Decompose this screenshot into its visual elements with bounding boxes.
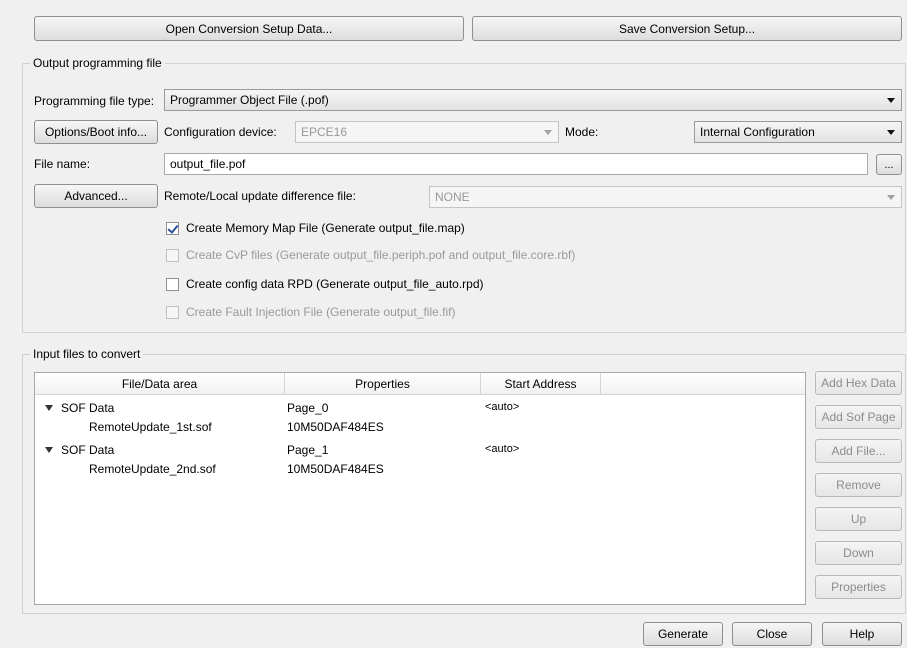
advanced-button[interactable]: Advanced... — [34, 184, 158, 208]
down-button[interactable]: Down — [815, 541, 902, 565]
close-button[interactable]: Close — [732, 622, 812, 646]
file-name-value: output_file.pof — [170, 157, 246, 171]
create-memory-map-checkbox[interactable]: Create Memory Map File (Generate output_… — [166, 221, 465, 235]
chevron-down-icon — [887, 130, 895, 135]
add-hex-data-button[interactable]: Add Hex Data — [815, 371, 902, 395]
input-group-title: Input files to convert — [30, 347, 144, 361]
checkbox-unchecked-icon — [166, 248, 179, 262]
mode-value: Internal Configuration — [700, 125, 815, 139]
chevron-down-icon — [887, 98, 895, 103]
create-cvp-files-label: Create CvP files (Generate output_file.p… — [186, 248, 576, 262]
programming-file-type-select[interactable]: Programmer Object File (.pof) — [164, 89, 902, 111]
chevron-down-icon — [544, 130, 552, 135]
mode-select[interactable]: Internal Configuration — [694, 121, 902, 143]
row-start-address: <auto> — [485, 443, 520, 455]
expand-triangle-icon[interactable] — [45, 405, 53, 411]
column-header-empty — [601, 373, 805, 395]
add-sof-page-button[interactable]: Add Sof Page — [815, 405, 902, 429]
programming-file-type-value: Programmer Object File (.pof) — [170, 93, 329, 107]
column-header-start-address[interactable]: Start Address — [481, 373, 601, 395]
expand-triangle-icon[interactable] — [45, 447, 53, 453]
row-name: RemoteUpdate_2nd.sof — [89, 462, 216, 476]
output-group-title: Output programming file — [30, 56, 165, 70]
create-memory-map-label: Create Memory Map File (Generate output_… — [186, 221, 465, 235]
remote-local-update-select[interactable]: NONE — [429, 186, 902, 208]
file-name-label: File name: — [34, 157, 91, 171]
generate-button[interactable]: Generate — [643, 622, 723, 646]
column-header-properties[interactable]: Properties — [285, 373, 481, 395]
create-config-rpd-label: Create config data RPD (Generate output_… — [186, 277, 484, 291]
row-name: SOF Data — [61, 443, 115, 457]
remote-local-update-label: Remote/Local update difference file: — [164, 189, 356, 203]
create-config-rpd-checkbox[interactable]: Create config data RPD (Generate output_… — [166, 277, 484, 291]
up-button[interactable]: Up — [815, 507, 902, 531]
remote-local-update-value: NONE — [435, 190, 470, 204]
add-file-button[interactable]: Add File... — [815, 439, 902, 463]
checkbox-unchecked-icon — [166, 305, 179, 319]
row-properties: 10M50DAF484ES — [287, 462, 384, 476]
row-properties: Page_1 — [287, 443, 329, 457]
configuration-device-select[interactable]: EPCE16 — [295, 121, 559, 143]
row-start-address: <auto> — [485, 401, 520, 413]
chevron-down-icon — [887, 195, 895, 200]
checkbox-checked-icon — [166, 221, 179, 235]
remove-button[interactable]: Remove — [815, 473, 902, 497]
column-header-file-data-area[interactable]: File/Data area — [35, 373, 285, 395]
create-fault-injection-checkbox[interactable]: Create Fault Injection File (Generate ou… — [166, 305, 455, 319]
open-conversion-setup-button[interactable]: Open Conversion Setup Data... — [34, 16, 464, 41]
create-fault-injection-label: Create Fault Injection File (Generate ou… — [186, 305, 456, 319]
save-conversion-setup-button[interactable]: Save Conversion Setup... — [472, 16, 902, 41]
options-boot-info-button[interactable]: Options/Boot info... — [34, 120, 158, 144]
configuration-device-value: EPCE16 — [301, 125, 348, 139]
checkbox-unchecked-icon — [166, 277, 179, 291]
browse-button[interactable]: ... — [876, 154, 902, 175]
programming-file-type-label: Programming file type: — [34, 94, 155, 108]
file-name-input[interactable]: output_file.pof — [164, 153, 868, 175]
row-name: RemoteUpdate_1st.sof — [89, 420, 212, 434]
help-button[interactable]: Help — [822, 622, 902, 646]
configuration-device-label: Configuration device: — [164, 125, 277, 139]
row-properties: Page_0 — [287, 401, 329, 415]
row-properties: 10M50DAF484ES — [287, 420, 384, 434]
row-name: SOF Data — [61, 401, 115, 415]
create-cvp-files-checkbox[interactable]: Create CvP files (Generate output_file.p… — [166, 248, 575, 262]
input-files-table[interactable]: File/Data area Properties Start Address … — [34, 372, 806, 605]
properties-button[interactable]: Properties — [815, 575, 902, 599]
mode-label: Mode: — [565, 125, 599, 139]
